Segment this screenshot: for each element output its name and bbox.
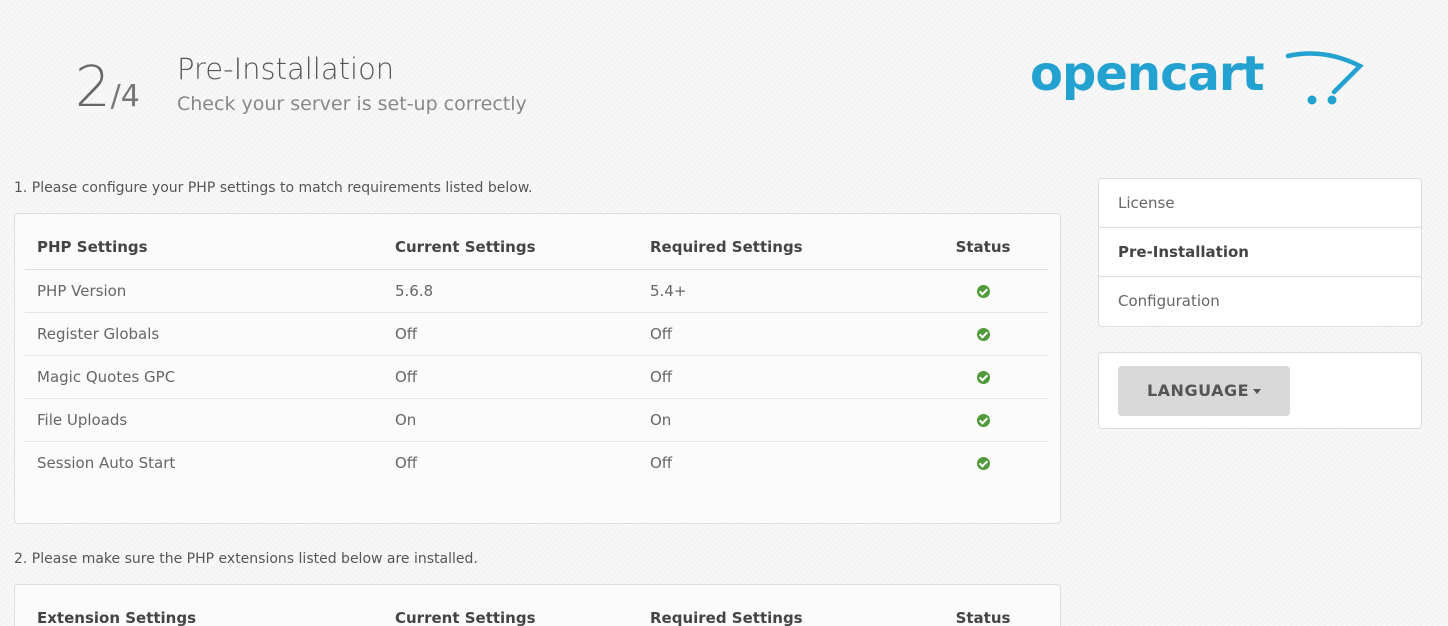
required-setting: Off xyxy=(638,311,918,355)
table-row: Magic Quotes GPC Off Off xyxy=(25,354,1048,398)
nav-item-pre-installation[interactable]: Pre-Installation xyxy=(1099,228,1421,277)
check-circle-icon xyxy=(976,370,990,384)
language-panel: LANGUAGE xyxy=(1098,352,1422,429)
status-cell xyxy=(918,440,1048,484)
check-circle-icon xyxy=(976,284,990,298)
status-cell xyxy=(918,397,1048,441)
column-header: Required Settings xyxy=(638,597,918,626)
setting-name: File Uploads xyxy=(25,397,383,441)
setting-name: Register Globals xyxy=(25,311,383,355)
cart-icon xyxy=(1285,51,1364,105)
current-setting: Off xyxy=(383,311,638,355)
column-header: Status xyxy=(918,226,1048,270)
setting-name: PHP Version xyxy=(37,281,127,300)
status-cell xyxy=(918,311,1048,355)
table-row: File Uploads On On xyxy=(25,397,1048,441)
required-setting: 5.4+ xyxy=(650,281,687,300)
logo-text: opencart xyxy=(1030,46,1265,102)
column-header: Required Settings xyxy=(638,226,918,270)
page-title: Pre-Installation xyxy=(177,52,395,86)
current-setting: Off xyxy=(383,354,638,398)
language-label: LANGUAGE xyxy=(1146,381,1250,400)
status-cell xyxy=(918,269,1048,312)
current-setting: On xyxy=(383,397,638,441)
php-settings-instruction: 1. Please configure your PHP settings to… xyxy=(14,180,533,196)
check-circle-icon xyxy=(976,456,990,470)
column-header: Extension Settings xyxy=(25,597,383,626)
check-circle-icon xyxy=(976,413,990,427)
status-cell xyxy=(918,354,1048,398)
php-settings-panel: PHP Settings Current Settings Required S… xyxy=(14,213,1061,524)
current-setting: Off xyxy=(383,440,638,484)
setting-name: Magic Quotes GPC xyxy=(25,354,383,398)
table-row: Session Auto Start Off Off xyxy=(25,440,1048,484)
extension-settings-panel: Extension Settings Current Settings Requ… xyxy=(14,584,1061,626)
column-header: Current Settings xyxy=(383,226,638,270)
step-total: /4 xyxy=(110,79,140,114)
table-header-row: Extension Settings Current Settings Requ… xyxy=(25,597,1048,626)
column-header: Status xyxy=(918,597,1048,626)
php-settings-table: PHP Settings Current Settings Required S… xyxy=(25,226,1048,484)
required-setting: On xyxy=(638,397,918,441)
step-current: 2 xyxy=(75,55,111,120)
extension-settings-table: Extension Settings Current Settings Requ… xyxy=(25,597,1048,626)
nav-item-license[interactable]: License xyxy=(1099,179,1421,228)
column-header: PHP Settings xyxy=(25,226,383,270)
table-row: PHP Version 5.6.8 5.4+ xyxy=(25,269,1048,312)
php-extensions-instruction: 2. Please make sure the PHP extensions l… xyxy=(14,551,478,567)
check-circle-icon xyxy=(976,327,990,341)
caret-down-icon xyxy=(1253,389,1262,394)
step-navigation: License Pre-Installation Configuration xyxy=(1098,178,1422,327)
required-setting: Off xyxy=(638,354,918,398)
setting-name: Session Auto Start xyxy=(25,440,383,484)
step-indicator: 2/4 xyxy=(75,55,140,120)
required-setting: Off xyxy=(638,440,918,484)
page-subtitle: Check your server is set-up correctly xyxy=(177,93,527,115)
nav-item-configuration[interactable]: Configuration xyxy=(1099,277,1421,326)
column-header: Current Settings xyxy=(383,597,638,626)
table-row: Register Globals Off Off xyxy=(25,311,1048,355)
current-setting: 5.6.8 xyxy=(395,281,434,300)
language-dropdown-button[interactable]: LANGUAGE xyxy=(1118,366,1290,416)
table-header-row: PHP Settings Current Settings Required S… xyxy=(25,226,1048,270)
opencart-logo: opencart xyxy=(1030,42,1370,122)
